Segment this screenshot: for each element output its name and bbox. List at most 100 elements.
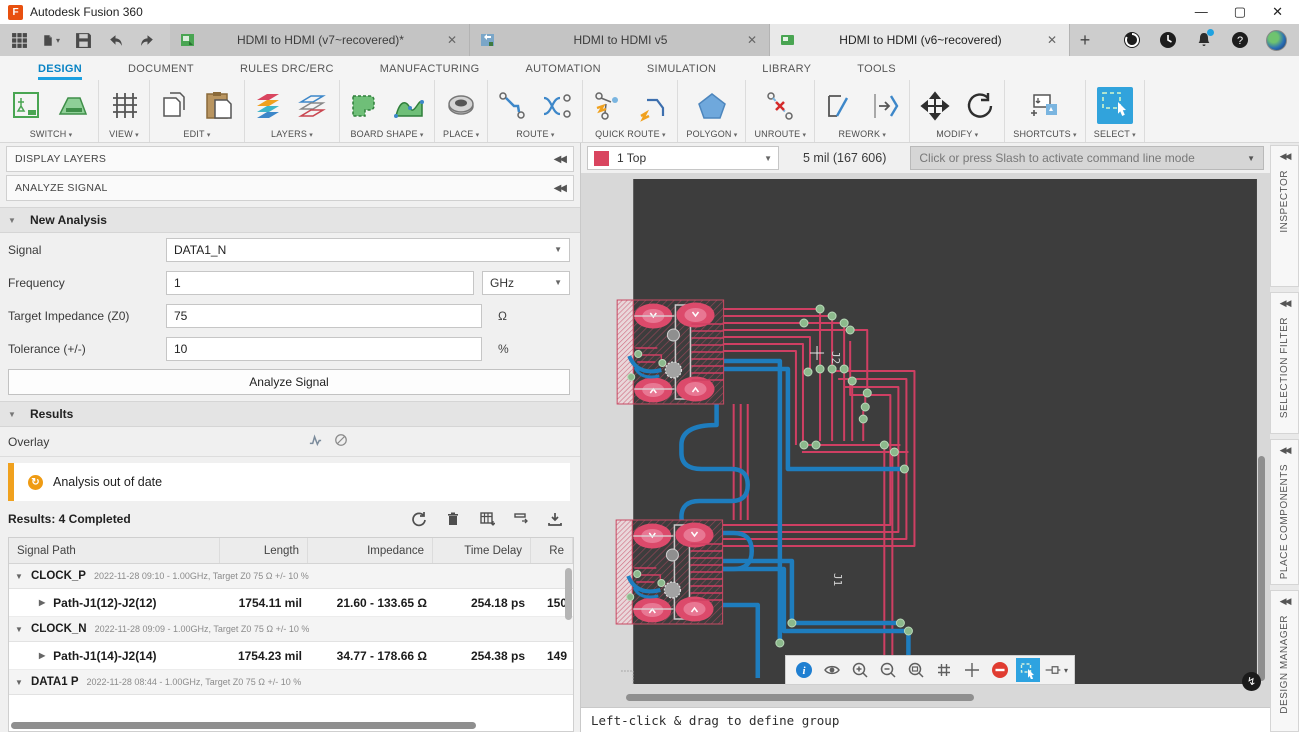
new-file-button[interactable]: ▾ — [42, 31, 60, 49]
new-analysis-section-header[interactable]: ▼ New Analysis — [0, 207, 580, 233]
analyze-signal-panel[interactable]: ANALYZE SIGNAL ◀◀ — [6, 175, 574, 201]
table-row[interactable]: ▼ DATA1 P 2022-11-28 08:44 - 1.00GHz, Ta… — [9, 670, 573, 695]
info-icon[interactable]: i — [792, 658, 816, 682]
toolbar-group-board-shape[interactable]: BOARD SHAPE — [340, 80, 435, 142]
route-mode-icon[interactable]: ▾ — [1044, 658, 1068, 682]
zoom-in-icon[interactable] — [848, 658, 872, 682]
expand-triangle-icon[interactable]: ▼ — [15, 678, 31, 687]
table-row[interactable]: ▼ CLOCK_N 2022-11-28 09:09 - 1.00GHz, Ta… — [9, 617, 573, 642]
maximize-button[interactable]: ▢ — [1234, 4, 1246, 20]
frequency-input[interactable] — [166, 271, 474, 295]
place-components-tab[interactable]: ◀◀ PLACE COMPONENTS — [1270, 439, 1299, 585]
table-view-icon[interactable] — [476, 510, 498, 528]
col-re[interactable]: Re — [531, 538, 573, 563]
job-status-icon[interactable] — [1122, 31, 1141, 50]
table-row[interactable]: ▶Path-J1(12)-J2(12) 1754.11 mil 21.60 - … — [9, 589, 573, 617]
overlay-off-icon[interactable] — [334, 433, 360, 450]
connector-j2[interactable] — [617, 300, 723, 404]
visibility-eye-icon[interactable] — [820, 658, 844, 682]
toolbar-group-quick-route[interactable]: QUICK ROUTE — [583, 80, 678, 142]
toolbar-group-select[interactable]: SELECT — [1086, 80, 1145, 142]
toolbar-group-modify[interactable]: MODIFY — [910, 80, 1005, 142]
crosshair-icon[interactable] — [960, 658, 984, 682]
toolbar-group-place[interactable]: PLACE — [435, 80, 488, 142]
overlay-signal-icon[interactable] — [308, 433, 334, 451]
board-sheet[interactable] — [633, 179, 1257, 684]
inspector-tab[interactable]: ◀◀ INSPECTOR — [1270, 145, 1299, 287]
download-icon[interactable] — [544, 510, 566, 528]
selection-filter-tab[interactable]: ◀◀ SELECTION FILTER — [1270, 292, 1299, 434]
expand-triangle-icon[interactable]: ▶ — [39, 598, 45, 607]
delete-results-icon[interactable] — [442, 510, 464, 528]
menu-library[interactable]: LIBRARY — [762, 60, 811, 80]
layer-selector[interactable]: 1 Top ▼ — [587, 146, 779, 170]
analyze-signal-button[interactable]: Analyze Signal — [8, 369, 570, 395]
pcb-canvas[interactable]: J2 J1 i — [581, 173, 1270, 707]
design-manager-tab[interactable]: ◀◀ DESIGN MANAGER — [1270, 590, 1299, 732]
frequency-unit-dropdown[interactable]: GHz ▼ — [482, 271, 570, 295]
toolbar-group-layers[interactable]: LAYERS — [245, 80, 340, 142]
collapse-triangle-icon[interactable]: ▼ — [8, 410, 30, 419]
menu-document[interactable]: DOCUMENT — [128, 60, 194, 80]
connector-j1[interactable] — [616, 520, 722, 624]
save-button[interactable] — [74, 31, 92, 49]
table-row[interactable]: ▶Path-J1(14)-J2(14) 1754.23 mil 34.77 - … — [9, 642, 573, 670]
impedance-input[interactable] — [166, 304, 482, 328]
job-status-badge[interactable]: ↯ — [1242, 672, 1261, 691]
help-icon[interactable]: ? — [1230, 31, 1249, 50]
col-impedance[interactable]: Impedance — [308, 538, 433, 563]
expand-triangle-icon[interactable]: ▶ — [39, 651, 45, 660]
menu-automation[interactable]: AUTOMATION — [526, 60, 601, 80]
col-length[interactable]: Length — [220, 538, 308, 563]
toolbar-group-unroute[interactable]: UNROUTE — [746, 80, 815, 142]
toolbar-group-edit[interactable]: EDIT — [150, 80, 245, 142]
menu-design[interactable]: DESIGN — [38, 60, 82, 80]
collapse-icon[interactable]: ◀◀ — [554, 183, 565, 194]
notifications-bell-icon[interactable] — [1194, 31, 1213, 50]
user-avatar[interactable] — [1266, 30, 1287, 51]
display-layers-panel[interactable]: DISPLAY LAYERS ◀◀ — [6, 146, 574, 172]
menu-simulation[interactable]: SIMULATION — [647, 60, 716, 80]
tolerance-input[interactable] — [166, 337, 482, 361]
export-columns-icon[interactable] — [510, 510, 532, 528]
table-row[interactable]: ▼ CLOCK_P 2022-11-28 09:10 - 1.00GHz, Ta… — [9, 564, 573, 589]
refresh-results-icon[interactable] — [408, 510, 430, 528]
results-section-header[interactable]: ▼ Results — [0, 401, 580, 427]
redo-button[interactable] — [138, 31, 156, 49]
select-mode-icon[interactable] — [1016, 658, 1040, 682]
grid-toggle-icon[interactable] — [932, 658, 956, 682]
close-tab-icon[interactable]: ✕ — [745, 33, 759, 47]
document-tab-3-active[interactable]: HDMI to HDMI (v6~recovered) ✕ — [770, 24, 1070, 56]
signal-dropdown[interactable]: DATA1_N ▼ — [166, 238, 570, 262]
document-tab-1[interactable]: HDMI to HDMI (v7~recovered)* ✕ — [170, 24, 470, 56]
canvas-vertical-scrollbar[interactable] — [1258, 456, 1265, 681]
undo-button[interactable] — [106, 31, 124, 49]
history-clock-icon[interactable] — [1158, 31, 1177, 50]
collapse-triangle-icon[interactable]: ▼ — [8, 216, 30, 225]
table-vertical-scrollbar[interactable] — [565, 568, 572, 620]
toolbar-group-polygon[interactable]: POLYGON — [678, 80, 746, 142]
document-tab-2[interactable]: HDMI to HDMI v5 ✕ — [470, 24, 770, 56]
zoom-out-icon[interactable] — [876, 658, 900, 682]
close-tab-icon[interactable]: ✕ — [445, 33, 459, 47]
menu-tools[interactable]: TOOLS — [857, 60, 896, 80]
new-tab-button[interactable]: + — [1070, 24, 1100, 56]
app-grid-icon[interactable] — [10, 31, 28, 49]
expand-triangle-icon[interactable]: ▼ — [15, 572, 31, 581]
menu-manufacturing[interactable]: MANUFACTURING — [380, 60, 480, 80]
zoom-fit-icon[interactable] — [904, 658, 928, 682]
minimize-button[interactable]: — — [1195, 4, 1208, 20]
toolbar-group-route[interactable]: ROUTE — [488, 80, 583, 142]
toolbar-group-view[interactable]: VIEW — [99, 80, 150, 142]
toolbar-group-rework[interactable]: REWORK — [815, 80, 910, 142]
menu-rules[interactable]: RULES DRC/ERC — [240, 60, 334, 80]
close-button[interactable]: ✕ — [1272, 4, 1283, 20]
table-horizontal-scrollbar[interactable] — [11, 722, 476, 729]
col-time-delay[interactable]: Time Delay — [433, 538, 531, 563]
stop-restrict-icon[interactable] — [988, 658, 1012, 682]
expand-triangle-icon[interactable]: ▼ — [15, 625, 31, 634]
canvas-horizontal-scrollbar[interactable] — [626, 694, 974, 701]
pcb-board-view[interactable]: J2 J1 — [581, 173, 1270, 707]
collapse-icon[interactable]: ◀◀ — [554, 154, 565, 165]
toolbar-group-switch[interactable]: SWITCH — [4, 80, 99, 142]
